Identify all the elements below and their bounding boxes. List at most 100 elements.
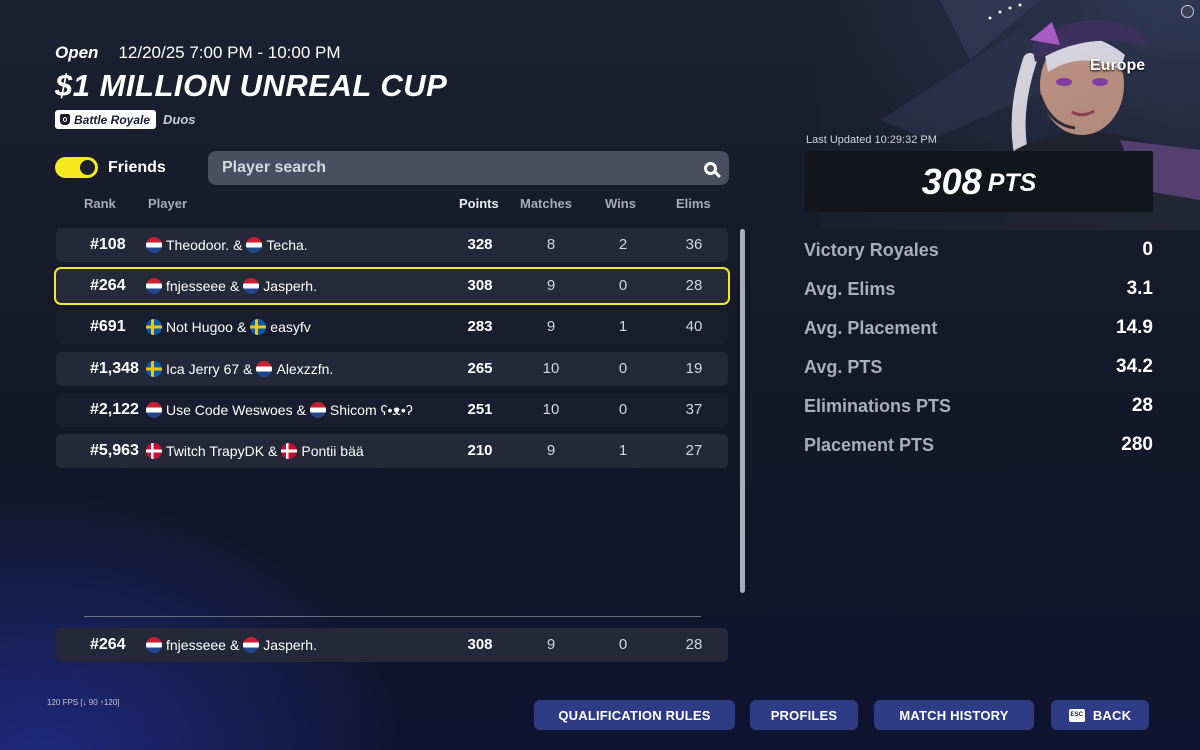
mode-label: Battle Royale — [74, 112, 151, 127]
row-matches: 9 — [546, 318, 556, 335]
netherlands-flag-icon — [146, 237, 162, 253]
row-rank: #691 — [90, 318, 126, 335]
stat-label: Avg. PTS — [804, 356, 883, 377]
player-one: Not Hugoo — [166, 319, 233, 335]
player-search-input[interactable] — [220, 158, 704, 178]
player-separator: & — [229, 637, 240, 653]
money-bag-icon — [60, 114, 70, 125]
player-separator: & — [229, 278, 240, 294]
stat-value: 28 — [1131, 395, 1153, 416]
event-datetime: 12/20/25 7:00 PM - 10:00 PM — [118, 43, 341, 62]
friends-label: Friends — [108, 158, 166, 176]
stat-label: Avg. Placement — [804, 317, 938, 338]
my-team-row[interactable]: #264 fnjesseee & Jasperh. 308 9 0 28 — [56, 628, 728, 662]
leaderboard-row[interactable]: #1,348 Ica Jerry 67 & Alexzzfn. 265 10 0… — [56, 352, 728, 386]
player-one: fnjesseee — [166, 637, 226, 653]
row-rank: #108 — [90, 236, 126, 253]
last-updated: Last Updated 10:29:32 PM — [806, 134, 937, 146]
qualification-rules-label: QUALIFICATION RULES — [558, 707, 711, 723]
back-button[interactable]: ESC BACK — [1051, 700, 1149, 730]
row-rank: #2,122 — [90, 401, 139, 418]
stat-label: Avg. Elims — [804, 278, 896, 299]
stat-value: 280 — [1121, 434, 1153, 455]
leaderboard-row[interactable]: #2,122 Use Code Weswoes & Shicom ʕ•ᴥ•ʔ 2… — [56, 393, 728, 427]
row-matches: 10 — [542, 360, 560, 377]
total-points-box: 308 PTS — [805, 151, 1153, 212]
player-two: easyfv — [270, 319, 311, 335]
column-player: Player — [148, 196, 188, 211]
player-one: Twitch TrapyDK — [166, 443, 265, 459]
row-elims: 28 — [685, 277, 703, 294]
column-matches[interactable]: Matches — [520, 196, 572, 211]
netherlands-flag-icon — [256, 361, 273, 377]
event-header: Open 12/20/25 7:00 PM - 10:00 PM $1 MILL… — [55, 43, 447, 129]
column-rank: Rank — [84, 196, 116, 211]
row-wins: 0 — [618, 360, 628, 377]
total-points-value: 308 — [921, 160, 982, 202]
player-one: Ica Jerry 67 — [166, 361, 240, 377]
leaderboard-scrollbar[interactable] — [740, 229, 745, 593]
netherlands-flag-icon — [146, 278, 162, 294]
row-matches: 8 — [546, 236, 556, 253]
row-wins: 0 — [618, 277, 628, 294]
stat-value: 3.1 — [1126, 278, 1153, 299]
total-points-unit: PTS — [987, 169, 1037, 197]
row-players: Twitch TrapyDK & Pontii bää — [146, 434, 364, 468]
netherlands-flag-icon — [243, 637, 260, 653]
qualification-rules-button[interactable]: QUALIFICATION RULES — [534, 700, 735, 730]
stat-label: Victory Royales — [804, 239, 939, 260]
match-history-button[interactable]: MATCH HISTORY — [874, 700, 1034, 730]
column-points[interactable]: Points — [459, 196, 499, 211]
search-icon[interactable] — [704, 161, 717, 175]
netherlands-flag-icon — [246, 237, 263, 253]
netherlands-flag-icon — [309, 402, 326, 418]
row-points: 328 — [467, 236, 493, 253]
back-label: BACK — [1092, 707, 1132, 723]
row-players: Ica Jerry 67 & Alexzzfn. — [146, 352, 333, 386]
leaderboard-row-current-team[interactable]: #264 fnjesseee & Jasperh. 308 9 0 28 — [54, 267, 730, 305]
friends-filter[interactable]: Friends — [55, 157, 166, 178]
row-points: 283 — [467, 318, 493, 335]
row-elims: 40 — [685, 318, 703, 335]
match-history-label: MATCH HISTORY — [899, 707, 1009, 723]
region-label: Europe — [1090, 57, 1146, 74]
toggle-knob — [80, 160, 95, 175]
event-title: $1 MILLION UNREAL CUP — [55, 68, 448, 103]
netherlands-flag-icon — [243, 278, 260, 294]
stat-row: Eliminations PTS 28 — [804, 394, 1153, 418]
player-search-box[interactable] — [208, 151, 729, 185]
stat-row: Avg. Placement 14.9 — [804, 316, 1153, 340]
row-points: 210 — [467, 442, 493, 459]
settings-dot-icon[interactable] — [1181, 5, 1194, 18]
leaderboard-row[interactable]: #5,963 Twitch TrapyDK & Pontii bää 210 9… — [56, 434, 728, 468]
mode-badge: Battle Royale — [55, 110, 157, 129]
player-two: Alexzzfn. — [276, 361, 334, 377]
netherlands-flag-icon — [146, 402, 162, 418]
player-two: Jasperh. — [263, 278, 317, 294]
profiles-button[interactable]: PROFILES — [750, 700, 858, 730]
row-players: Use Code Weswoes & Shicom ʕ•ᴥ•ʔ — [146, 393, 413, 427]
leaderboard-row[interactable]: #691 Not Hugoo & easyfv 283 9 1 40 — [56, 310, 728, 344]
row-wins: 0 — [618, 401, 628, 418]
row-wins: 1 — [618, 442, 628, 459]
player-two: Jasperh. — [263, 637, 317, 653]
column-wins[interactable]: Wins — [605, 196, 636, 211]
player-separator: & — [296, 402, 306, 418]
friends-toggle[interactable] — [55, 157, 98, 178]
row-rank: #5,963 — [90, 442, 139, 459]
row-players: fnjesseee & Jasperh. — [146, 628, 317, 662]
row-matches: 9 — [546, 442, 556, 459]
player-two: Techa. — [266, 237, 308, 253]
player-separator: & — [236, 319, 247, 335]
row-points: 308 — [467, 636, 493, 653]
column-elims[interactable]: Elims — [676, 196, 711, 211]
player-two: Shicom ʕ•ᴥ•ʔ — [329, 402, 413, 418]
stat-value: 0 — [1142, 239, 1153, 260]
row-elims: 19 — [685, 360, 703, 377]
divider — [84, 616, 701, 617]
leaderboard-row[interactable]: #108 Theodoor. & Techa. 328 8 2 36 — [56, 228, 728, 262]
stat-row: Avg. PTS 34.2 — [804, 355, 1153, 379]
player-one: Theodoor. — [166, 237, 230, 253]
row-wins: 2 — [618, 236, 628, 253]
row-elims: 28 — [685, 636, 703, 653]
